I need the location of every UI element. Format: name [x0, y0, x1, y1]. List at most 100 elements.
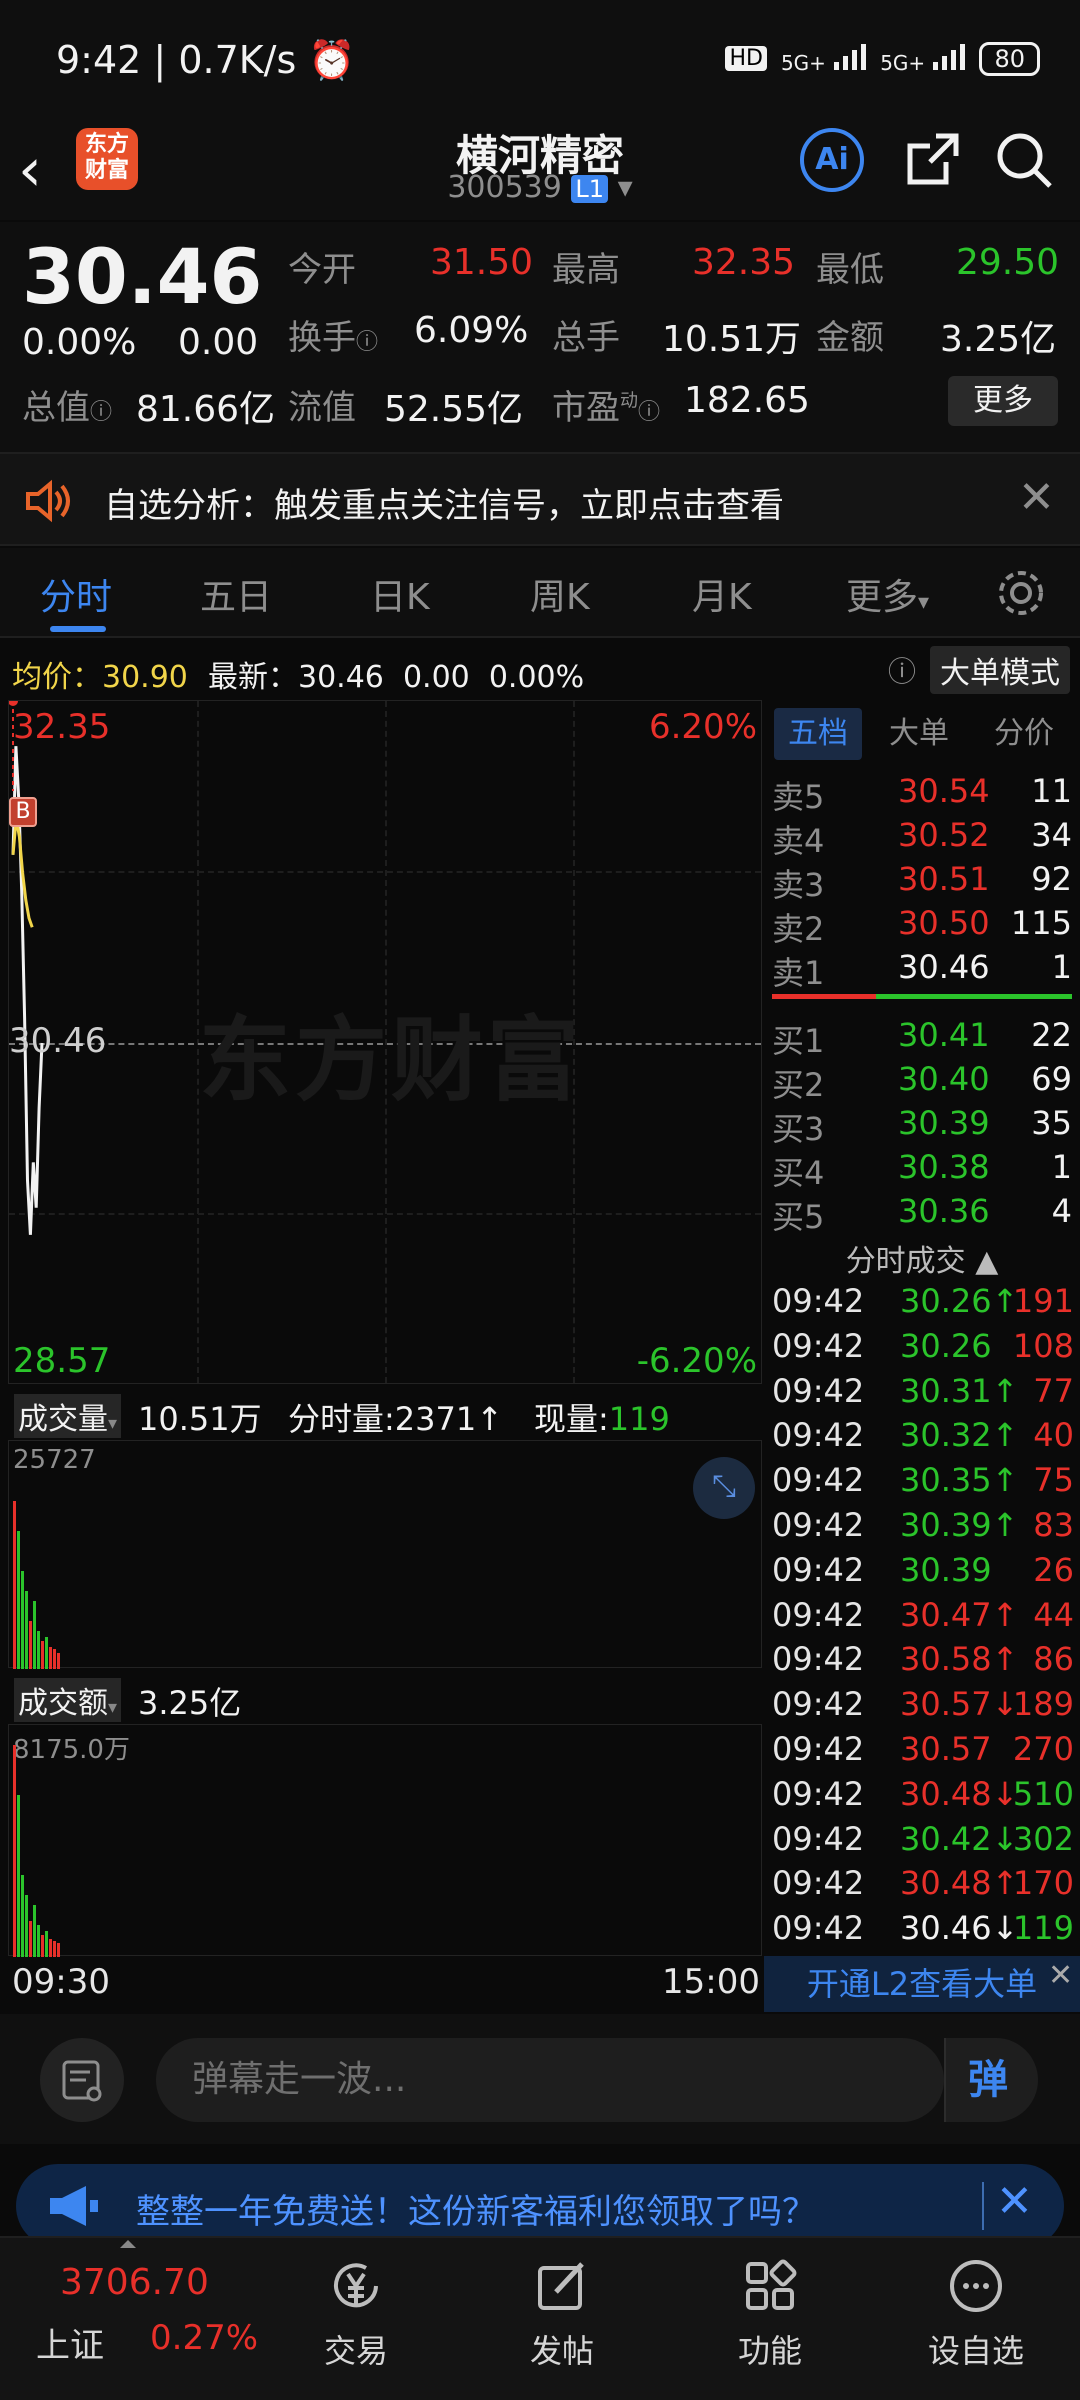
trade-time: 09:42 — [772, 1640, 865, 1679]
trade-price: 30.48↓ — [900, 1774, 1019, 1813]
ask-price: 30.46 — [898, 948, 990, 986]
quote-panel: 30.46 0.00% 0.00 今开 31.50 最高 32.35 最低 29… — [0, 222, 1080, 452]
close-icon[interactable]: ✕ — [996, 2176, 1033, 2227]
trade-volume: 191 — [1012, 1282, 1074, 1320]
change-percent: 0.00% — [22, 322, 137, 363]
ask-volume: 11 — [1031, 772, 1072, 810]
danmu-send-button[interactable]: 弹 — [944, 2038, 1038, 2122]
ask-price: 30.54 — [898, 772, 990, 810]
ask-row[interactable]: 卖1 30.46 1 — [772, 948, 1072, 992]
ask-row[interactable]: 卖4 30.52 34 — [772, 816, 1072, 860]
bid-row[interactable]: 买2 30.40 69 — [772, 1060, 1072, 1104]
analysis-text: 自选分析：触发重点关注信号，立即点击查看 — [104, 486, 784, 526]
volume-panel-header: 成交量▾ 10.51万 分时量:2371↑ 现量:119 — [8, 1386, 762, 1440]
search-icon[interactable] — [992, 128, 1056, 192]
l2-upgrade-link[interactable]: 开通L2查看大单 — [764, 1956, 1080, 2012]
trade-time: 09:42 — [772, 1282, 865, 1320]
bid-volume: 22 — [1031, 1016, 1072, 1054]
intraday-chart[interactable]: 东方财富 32.35 30.46 28.57 6.20% -6.20% B — [8, 700, 762, 1384]
info-icon: ⓘ — [356, 330, 379, 355]
trade-price: 30.31↑ — [900, 1371, 1019, 1410]
trade-volume: 40 — [1033, 1416, 1074, 1455]
tab-daily-k[interactable]: 日K — [370, 568, 430, 620]
buy-marker[interactable]: B — [9, 797, 37, 827]
trade-row: 09:42 30.48↓ 510 — [772, 1775, 1074, 1819]
trade-volume: 83 — [1033, 1506, 1074, 1544]
ai-assistant-icon[interactable]: Ai — [800, 128, 864, 192]
open-label: 今开 — [288, 250, 356, 290]
chart-top-price: 32.35 — [13, 707, 111, 747]
comment-list-icon[interactable] — [40, 2038, 124, 2122]
ask-row[interactable]: 卖5 30.54 11 — [772, 772, 1072, 816]
trade-volume: 75 — [1033, 1461, 1074, 1500]
trades-title[interactable]: 分时成交 ▲ — [764, 1236, 1080, 1280]
danmu-input[interactable]: 弹幕走一波... — [156, 2038, 944, 2122]
low-value: 29.50 — [956, 242, 1060, 283]
trade-row: 09:42 30.32↑ 40 — [772, 1416, 1074, 1460]
close-icon[interactable]: ✕ — [1018, 472, 1055, 523]
volume-selector[interactable]: 成交量▾ — [14, 1394, 122, 1438]
tab-price-distribution[interactable]: 分价 — [974, 708, 1074, 760]
tab-weekly-k[interactable]: 周K — [530, 568, 590, 620]
trade-row: 09:42 30.57 270 — [772, 1730, 1074, 1774]
bid-label: 买5 — [772, 1198, 825, 1236]
chart-bottom-pct: -6.20% — [636, 1341, 757, 1381]
trade-price: 30.57↓ — [900, 1685, 1019, 1724]
nav-post[interactable]: 发帖 — [482, 2256, 642, 2372]
tab-five-levels[interactable]: 五档 — [774, 708, 862, 760]
index-ticker[interactable]: 3706.70 上证 0.27% — [0, 2238, 280, 2400]
now-volume: 现量:119 — [534, 1400, 670, 1438]
more-button[interactable]: 更多 — [948, 376, 1058, 426]
tab-monthly-k[interactable]: 月K — [692, 568, 752, 620]
analysis-banner[interactable]: 自选分析：触发重点关注信号，立即点击查看 ✕ — [0, 452, 1080, 546]
time-axis: 09:30 15:00 — [0, 1962, 764, 2012]
trade-price: 30.26 — [900, 1326, 992, 1365]
stock-code[interactable]: 300539 L1 ▾ — [340, 170, 740, 205]
ask-label: 卖4 — [772, 822, 825, 860]
ask-row[interactable]: 卖3 30.51 92 — [772, 860, 1072, 904]
tab-five-day[interactable]: 五日 — [200, 568, 272, 620]
bid-row[interactable]: 买3 30.39 35 — [772, 1104, 1072, 1148]
trade-time: 09:42 — [772, 1774, 865, 1813]
amount-selector[interactable]: 成交额▾ — [14, 1678, 122, 1722]
bid-volume: 69 — [1031, 1060, 1072, 1098]
ask-row[interactable]: 卖2 30.50 115 — [772, 904, 1072, 948]
bid-row[interactable]: 买1 30.41 22 — [772, 1016, 1072, 1060]
index-value: 3706.70 — [60, 2262, 209, 2303]
back-icon[interactable]: ‹ — [18, 130, 78, 210]
amount-panel-header: 成交额▾ 3.25亿 — [8, 1670, 762, 1724]
help-icon[interactable]: ⓘ — [888, 650, 916, 690]
nav-functions[interactable]: 功能 — [690, 2256, 850, 2372]
bid-row[interactable]: 买4 30.38 1 — [772, 1148, 1072, 1192]
trade-row: 09:42 30.26↑ 191 — [772, 1282, 1074, 1326]
ask-volume: 92 — [1031, 860, 1072, 898]
more-dots-icon — [946, 2256, 1006, 2316]
info-icon: ⓘ — [90, 400, 113, 425]
trade-price: 30.35↑ — [900, 1461, 1019, 1500]
settings-gear-icon[interactable] — [994, 566, 1048, 624]
trade-time: 09:42 — [772, 1550, 865, 1589]
nav-add-watchlist[interactable]: 设自选 — [896, 2256, 1056, 2372]
bid-row[interactable]: 买5 30.36 4 — [772, 1192, 1072, 1236]
nav-trade[interactable]: 交易 — [276, 2256, 436, 2372]
trade-row: 09:42 30.26 108 — [772, 1327, 1074, 1371]
grid-icon — [740, 2256, 800, 2316]
amount-bars — [13, 1745, 60, 1957]
trade-row: 09:42 30.35↑ 75 — [772, 1461, 1074, 1505]
open-value: 31.50 — [430, 242, 534, 283]
volume-value: 10.51万 — [662, 319, 802, 360]
bid-volume: 4 — [1051, 1192, 1072, 1230]
bid-volume: 35 — [1031, 1104, 1072, 1142]
order-book-panel: 五档 大单 分价 分时成交 ▲ 卖5 30.54 11 卖4 30.52 34 卖3 30.5… — [764, 700, 1080, 2006]
bid-label: 买4 — [772, 1154, 825, 1192]
bid-price: 30.39 — [898, 1104, 990, 1142]
tab-more[interactable]: 更多▾ — [846, 568, 929, 620]
share-icon[interactable] — [900, 128, 964, 192]
big-order-mode-button[interactable]: 大单模式 — [930, 646, 1070, 694]
tab-big-orders[interactable]: 大单 — [874, 708, 964, 760]
trade-volume: 108 — [1012, 1326, 1074, 1365]
tab-intraday[interactable]: 分时 — [40, 568, 112, 620]
volume-chart: 25727 ⤡ — [8, 1440, 762, 1669]
close-icon[interactable]: ✕ — [1048, 1958, 1073, 1993]
ask-price: 30.50 — [898, 904, 990, 942]
